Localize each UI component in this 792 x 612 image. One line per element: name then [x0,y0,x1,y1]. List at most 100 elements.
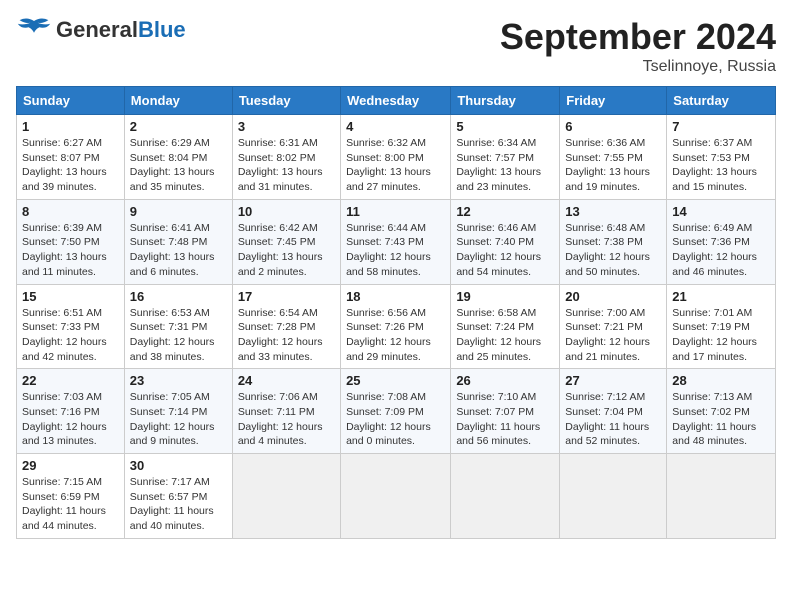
day-number: 26 [456,373,554,388]
column-header-sunday: Sunday [17,87,125,115]
day-info: Sunrise: 7:13 AMSunset: 7:02 PMDaylight:… [672,390,770,449]
day-number: 20 [565,289,661,304]
logo-text: GeneralBlue [56,17,186,43]
day-number: 19 [456,289,554,304]
calendar-cell: 25 Sunrise: 7:08 AMSunset: 7:09 PMDayligh… [341,369,451,454]
day-info: Sunrise: 6:34 AMSunset: 7:57 PMDaylight:… [456,136,554,195]
calendar-cell: 22 Sunrise: 7:03 AMSunset: 7:16 PMDayligh… [17,369,125,454]
day-info: Sunrise: 6:37 AMSunset: 7:53 PMDaylight:… [672,136,770,195]
day-info: Sunrise: 6:46 AMSunset: 7:40 PMDaylight:… [456,221,554,280]
page-header: GeneralBlue September 2024 Tselinnoye, R… [16,16,776,76]
column-header-friday: Friday [560,87,667,115]
day-number: 8 [22,204,119,219]
day-info: Sunrise: 7:15 AMSunset: 6:59 PMDaylight:… [22,475,119,534]
calendar-week-row: 29Sunrise: 7:15 AMSunset: 6:59 PMDayligh… [17,454,776,539]
calendar-week-row: 15Sunrise: 6:51 AMSunset: 7:33 PMDayligh… [17,284,776,369]
calendar-cell: 20 Sunrise: 7:00 AMSunset: 7:21 PMDayligh… [560,284,667,369]
day-info: Sunrise: 6:27 AMSunset: 8:07 PMDaylight:… [22,136,119,195]
day-number: 2 [130,119,227,134]
calendar-cell: 30 Sunrise: 7:17 AMSunset: 6:57 PMDayligh… [124,454,232,539]
day-info: Sunrise: 7:01 AMSunset: 7:19 PMDaylight:… [672,306,770,365]
calendar-cell: 24 Sunrise: 7:06 AMSunset: 7:11 PMDayligh… [232,369,340,454]
calendar-cell: 10Sunrise: 6:42 AMSunset: 7:45 PMDayligh… [232,199,340,284]
calendar-week-row: 22 Sunrise: 7:03 AMSunset: 7:16 PMDayligh… [17,369,776,454]
logo: GeneralBlue [16,16,186,44]
day-info: Sunrise: 7:00 AMSunset: 7:21 PMDaylight:… [565,306,661,365]
day-number: 10 [238,204,335,219]
day-number: 14 [672,204,770,219]
day-number: 18 [346,289,445,304]
calendar-cell: 7 Sunrise: 6:37 AMSunset: 7:53 PMDaylight… [667,115,776,200]
day-number: 4 [346,119,445,134]
calendar-cell: 14 Sunrise: 6:49 AMSunset: 7:36 PMDayligh… [667,199,776,284]
day-number: 16 [130,289,227,304]
calendar-cell [667,454,776,539]
day-number: 11 [346,204,445,219]
day-info: Sunrise: 6:29 AMSunset: 8:04 PMDaylight:… [130,136,227,195]
calendar-cell: 21 Sunrise: 7:01 AMSunset: 7:19 PMDayligh… [667,284,776,369]
calendar-cell: 19 Sunrise: 6:58 AMSunset: 7:24 PMDayligh… [451,284,560,369]
day-number: 28 [672,373,770,388]
day-info: Sunrise: 6:36 AMSunset: 7:55 PMDaylight:… [565,136,661,195]
day-info: Sunrise: 6:56 AMSunset: 7:26 PMDaylight:… [346,306,445,365]
day-number: 22 [22,373,119,388]
location-subtitle: Tselinnoye, Russia [500,58,776,76]
day-number: 3 [238,119,335,134]
day-info: Sunrise: 6:53 AMSunset: 7:31 PMDaylight:… [130,306,227,365]
calendar-cell: 27Sunrise: 7:12 AMSunset: 7:04 PMDayligh… [560,369,667,454]
day-info: Sunrise: 7:08 AMSunset: 7:09 PMDaylight:… [346,390,445,449]
calendar-table: SundayMondayTuesdayWednesdayThursdayFrid… [16,86,776,539]
calendar-cell: 1Sunrise: 6:27 AMSunset: 8:07 PMDaylight… [17,115,125,200]
column-header-thursday: Thursday [451,87,560,115]
calendar-week-row: 8 Sunrise: 6:39 AMSunset: 7:50 PMDaylight… [17,199,776,284]
day-info: Sunrise: 7:05 AMSunset: 7:14 PMDaylight:… [130,390,227,449]
day-number: 6 [565,119,661,134]
logo-icon [16,16,52,44]
calendar-cell: 4 Sunrise: 6:32 AMSunset: 8:00 PMDaylight… [341,115,451,200]
day-info: Sunrise: 6:48 AMSunset: 7:38 PMDaylight:… [565,221,661,280]
calendar-cell: 15Sunrise: 6:51 AMSunset: 7:33 PMDayligh… [17,284,125,369]
day-number: 24 [238,373,335,388]
calendar-cell [341,454,451,539]
calendar-cell [560,454,667,539]
column-header-monday: Monday [124,87,232,115]
calendar-cell: 5 Sunrise: 6:34 AMSunset: 7:57 PMDaylight… [451,115,560,200]
day-info: Sunrise: 6:41 AMSunset: 7:48 PMDaylight:… [130,221,227,280]
day-info: Sunrise: 7:06 AMSunset: 7:11 PMDaylight:… [238,390,335,449]
calendar-cell: 28 Sunrise: 7:13 AMSunset: 7:02 PMDayligh… [667,369,776,454]
day-number: 7 [672,119,770,134]
day-number: 25 [346,373,445,388]
day-info: Sunrise: 7:12 AMSunset: 7:04 PMDaylight:… [565,390,661,449]
day-number: 23 [130,373,227,388]
day-info: Sunrise: 6:31 AMSunset: 8:02 PMDaylight:… [238,136,335,195]
calendar-cell: 2 Sunrise: 6:29 AMSunset: 8:04 PMDaylight… [124,115,232,200]
calendar-cell: 3 Sunrise: 6:31 AMSunset: 8:02 PMDaylight… [232,115,340,200]
title-block: September 2024 Tselinnoye, Russia [500,16,776,76]
calendar-cell: 17Sunrise: 6:54 AMSunset: 7:28 PMDayligh… [232,284,340,369]
column-header-tuesday: Tuesday [232,87,340,115]
day-info: Sunrise: 7:10 AMSunset: 7:07 PMDaylight:… [456,390,554,449]
calendar-cell: 8 Sunrise: 6:39 AMSunset: 7:50 PMDaylight… [17,199,125,284]
day-number: 9 [130,204,227,219]
day-info: Sunrise: 7:17 AMSunset: 6:57 PMDaylight:… [130,475,227,534]
day-number: 30 [130,458,227,473]
calendar-cell: 11Sunrise: 6:44 AMSunset: 7:43 PMDayligh… [341,199,451,284]
day-number: 12 [456,204,554,219]
day-number: 15 [22,289,119,304]
day-info: Sunrise: 6:54 AMSunset: 7:28 PMDaylight:… [238,306,335,365]
calendar-cell [451,454,560,539]
month-title: September 2024 [500,16,776,58]
day-info: Sunrise: 6:39 AMSunset: 7:50 PMDaylight:… [22,221,119,280]
calendar-cell [232,454,340,539]
day-number: 21 [672,289,770,304]
day-number: 13 [565,204,661,219]
day-number: 5 [456,119,554,134]
calendar-cell: 29Sunrise: 7:15 AMSunset: 6:59 PMDayligh… [17,454,125,539]
calendar-cell: 12 Sunrise: 6:46 AMSunset: 7:40 PMDayligh… [451,199,560,284]
day-info: Sunrise: 6:32 AMSunset: 8:00 PMDaylight:… [346,136,445,195]
day-info: Sunrise: 7:03 AMSunset: 7:16 PMDaylight:… [22,390,119,449]
calendar-cell: 13 Sunrise: 6:48 AMSunset: 7:38 PMDayligh… [560,199,667,284]
day-info: Sunrise: 6:58 AMSunset: 7:24 PMDaylight:… [456,306,554,365]
day-info: Sunrise: 6:49 AMSunset: 7:36 PMDaylight:… [672,221,770,280]
calendar-cell: 6 Sunrise: 6:36 AMSunset: 7:55 PMDaylight… [560,115,667,200]
